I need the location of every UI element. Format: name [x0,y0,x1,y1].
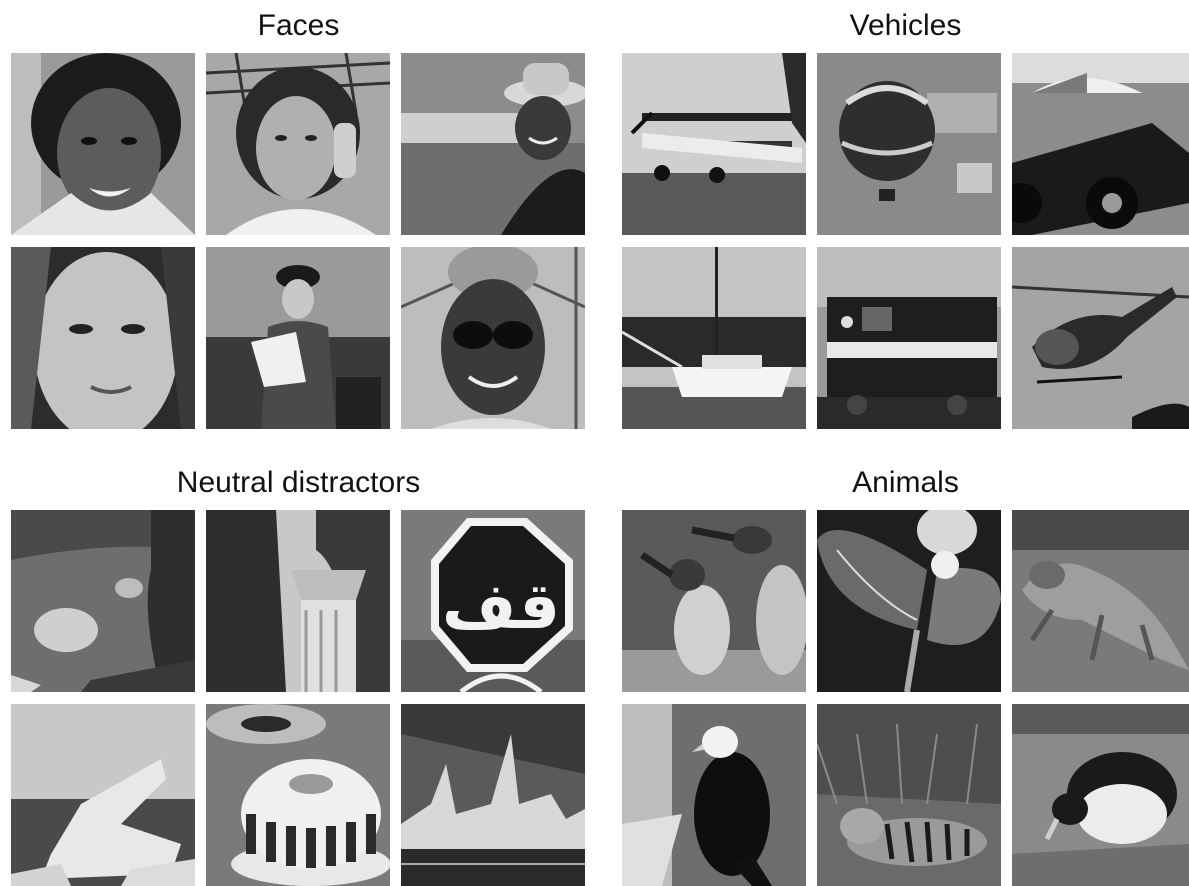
faces-title: Faces [257,9,340,42]
face-woman-reading-photo [206,247,390,429]
neutral-tufa-towers-photo [401,704,585,886]
vehicle-race-car-photo [1012,53,1189,235]
animals-title: Animals [852,466,959,499]
vehicle-hot-air-balloon-photo [817,53,1001,235]
neutral-rocks-water-photo [11,510,195,692]
stop-sign-text: قف [442,570,560,644]
face-smiling-woman-photo [11,53,195,235]
animal-boobies-photo [622,510,806,692]
animal-tiger-photo [817,704,1001,886]
vehicle-locomotive-photo [817,247,1001,429]
animal-penguin-photo [1012,704,1189,886]
animal-bald-eagle-photo [622,704,806,886]
vehicle-helicopter-photo [1012,247,1189,429]
face-man-sunglasses-photo [401,247,585,429]
face-man-straw-hat-photo [401,53,585,235]
animals-group: Animals [622,463,1189,886]
vehicle-biplane-photo [622,53,806,235]
vehicle-sailboat-photo [622,247,806,429]
neutral-bundt-cake-photo [206,704,390,886]
animal-lizard-photo [1012,510,1189,692]
face-woman-closeup-photo [11,247,195,429]
neutral-column-trees-photo [206,510,390,692]
neutral-distractors-group: Neutral distractors قف [11,463,586,886]
animal-butterfly-photo [817,510,1001,692]
faces-group: Faces [11,6,586,430]
vehicles-title: Vehicles [849,9,962,42]
neutral-stop-sign-photo: قف [401,510,585,692]
vehicles-group: Vehicles [622,6,1189,430]
face-man-phone-photo [206,53,390,235]
neutral-distractors-title: Neutral distractors [176,466,421,499]
neutral-ice-floe-photo [11,704,195,886]
